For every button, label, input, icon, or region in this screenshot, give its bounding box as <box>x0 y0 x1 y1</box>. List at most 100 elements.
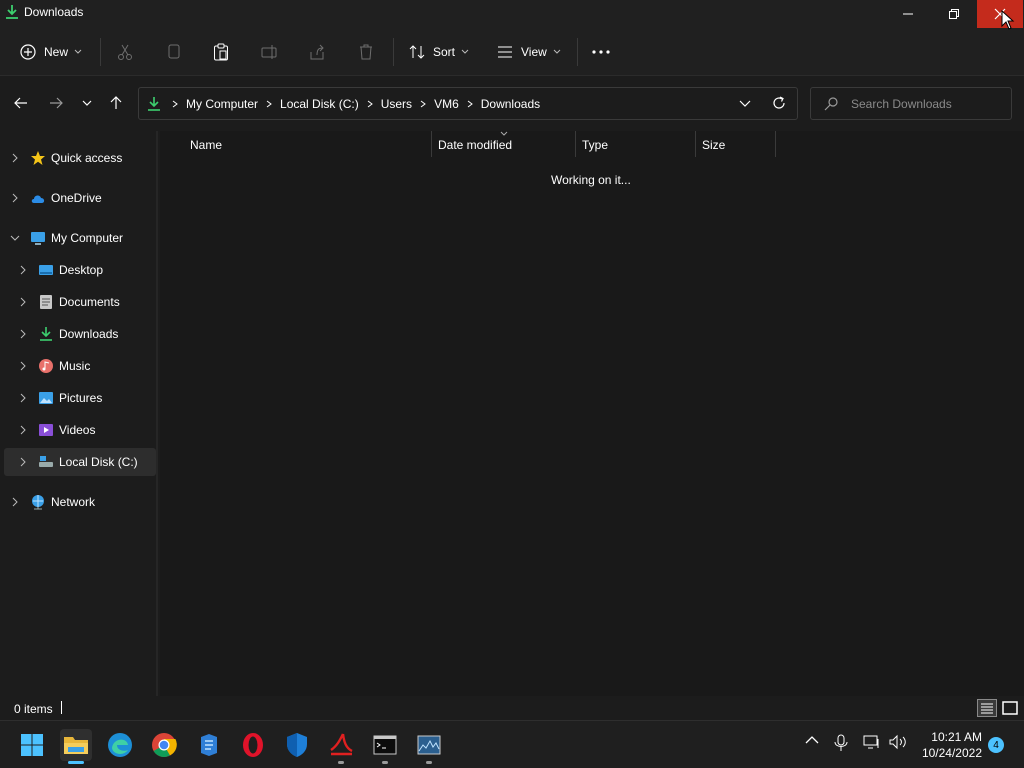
column-divider[interactable] <box>575 131 576 157</box>
chevron-right-icon <box>12 497 18 507</box>
search-icon <box>824 97 838 111</box>
minimize-button[interactable] <box>885 0 931 28</box>
chevron-right-icon <box>20 425 26 435</box>
column-divider[interactable] <box>695 131 696 157</box>
view-label: View <box>521 45 547 59</box>
sidebar-item-local-disk[interactable]: Local Disk (C:) <box>4 448 156 476</box>
column-header-type[interactable]: Type <box>582 131 694 159</box>
column-label: Type <box>582 138 609 152</box>
documents-icon <box>40 295 52 309</box>
up-button[interactable] <box>104 91 128 115</box>
column-header-size[interactable]: Size <box>702 131 774 159</box>
sidebar-item-documents[interactable]: Documents <box>0 288 156 316</box>
command-bar: New Sort View <box>0 28 1024 76</box>
breadcrumb-item-users[interactable]: Users <box>381 97 412 111</box>
star-icon <box>31 151 45 165</box>
column-header-name[interactable]: Name <box>190 131 430 159</box>
copy-icon <box>168 44 180 59</box>
large-icons-view-icon <box>1002 701 1018 715</box>
sidebar-item-network[interactable]: Network <box>0 488 156 516</box>
desktop-icon <box>39 265 53 275</box>
videos-icon <box>39 424 53 436</box>
chevron-right-icon <box>20 265 26 275</box>
clock-time[interactable]: 10:21 AM <box>918 730 982 744</box>
mouse-cursor-icon <box>1001 10 1015 30</box>
sidebar-item-pictures[interactable]: Pictures <box>0 384 156 412</box>
search-input[interactable]: Search Downloads <box>810 87 1012 120</box>
column-label: Name <box>190 138 223 152</box>
taskbar-edge[interactable] <box>104 729 136 761</box>
address-bar[interactable]: My Computer Local Disk (C:) Users VM6 Do… <box>138 87 798 120</box>
rename-button[interactable] <box>261 28 279 76</box>
download-icon <box>6 5 18 19</box>
chevron-up-icon[interactable] <box>805 735 819 745</box>
sidebar-item-music[interactable]: Music <box>0 352 156 380</box>
taskbar-defender[interactable] <box>281 729 313 761</box>
chevron-right-icon <box>20 329 26 339</box>
opera-icon <box>243 733 263 757</box>
start-button[interactable] <box>16 729 48 761</box>
sidebar-item-onedrive[interactable]: OneDrive <box>0 184 156 212</box>
trash-icon <box>360 44 372 60</box>
refresh-icon <box>773 96 785 109</box>
cut-button[interactable] <box>117 28 133 76</box>
toolbar-divider <box>100 38 101 66</box>
sort-button[interactable]: Sort <box>409 28 469 76</box>
large-icons-view-button[interactable] <box>1000 699 1020 717</box>
item-count: 0 items <box>14 702 53 716</box>
running-indicator <box>68 761 84 764</box>
new-button[interactable]: New <box>20 28 82 76</box>
restore-button[interactable] <box>931 0 977 28</box>
microphone-icon[interactable] <box>834 734 848 752</box>
taskbar-resource-monitor[interactable] <box>413 729 445 761</box>
refresh-button[interactable] <box>771 95 787 114</box>
notification-badge[interactable]: 4 <box>988 737 1004 753</box>
sidebar-item-videos[interactable]: Videos <box>0 416 156 444</box>
sidebar-item-label: Desktop <box>59 263 104 277</box>
restore-icon <box>949 9 959 19</box>
back-button[interactable] <box>9 91 33 115</box>
forward-button[interactable] <box>44 91 68 115</box>
breadcrumb-item-my-computer[interactable]: My Computer <box>186 97 258 111</box>
view-button[interactable]: View <box>497 28 561 76</box>
file-explorer-icon <box>64 737 88 754</box>
column-divider[interactable] <box>431 131 432 157</box>
details-view-button[interactable] <box>977 699 997 717</box>
paste-button[interactable] <box>213 28 229 76</box>
breadcrumb-item-downloads[interactable]: Downloads <box>481 97 540 111</box>
taskbar-terminal[interactable] <box>369 729 401 761</box>
taskbar-pdf-reader[interactable] <box>325 729 357 761</box>
taskbar-opera[interactable] <box>237 729 269 761</box>
breadcrumb-item-local-disk[interactable]: Local Disk (C:) <box>280 97 359 111</box>
network-status-icon[interactable] <box>863 734 881 750</box>
share-button[interactable] <box>309 28 325 76</box>
taskbar-app[interactable] <box>193 729 225 761</box>
sidebar-item-label: My Computer <box>51 231 124 245</box>
column-header-date-modified[interactable]: Date modified <box>438 131 574 159</box>
more-options-button[interactable] <box>592 28 610 76</box>
taskbar-chrome[interactable] <box>148 729 180 761</box>
breadcrumb-item-vm6[interactable]: VM6 <box>434 97 459 111</box>
running-indicator <box>426 761 432 764</box>
clock-date[interactable]: 10/24/2022 <box>912 746 982 760</box>
defender-icon <box>287 733 307 757</box>
volume-icon[interactable] <box>888 734 908 750</box>
chevron-right-icon <box>12 153 18 163</box>
sidebar-item-quick-access[interactable]: Quick access <box>0 144 156 172</box>
sidebar-item-label: Quick access <box>51 151 123 165</box>
copy-button[interactable] <box>166 28 182 76</box>
column-divider[interactable] <box>775 131 776 157</box>
sidebar-item-my-computer[interactable]: My Computer <box>0 224 156 252</box>
sidebar-item-label: Network <box>51 495 96 509</box>
recent-locations-button[interactable] <box>75 91 99 115</box>
close-button[interactable] <box>977 0 1023 28</box>
address-history-button[interactable] <box>739 96 751 113</box>
sidebar-item-desktop[interactable]: Desktop <box>0 256 156 284</box>
arrow-up-icon <box>110 96 122 109</box>
title-bar: Downloads <box>0 0 1024 28</box>
sidebar-item-downloads[interactable]: Downloads <box>0 320 156 348</box>
navigation-pane: Quick access OneDrive My Computer Deskto… <box>0 131 158 696</box>
taskbar-file-explorer[interactable] <box>60 729 92 761</box>
sidebar-item-label: Local Disk (C:) <box>59 455 138 469</box>
delete-button[interactable] <box>358 28 374 76</box>
